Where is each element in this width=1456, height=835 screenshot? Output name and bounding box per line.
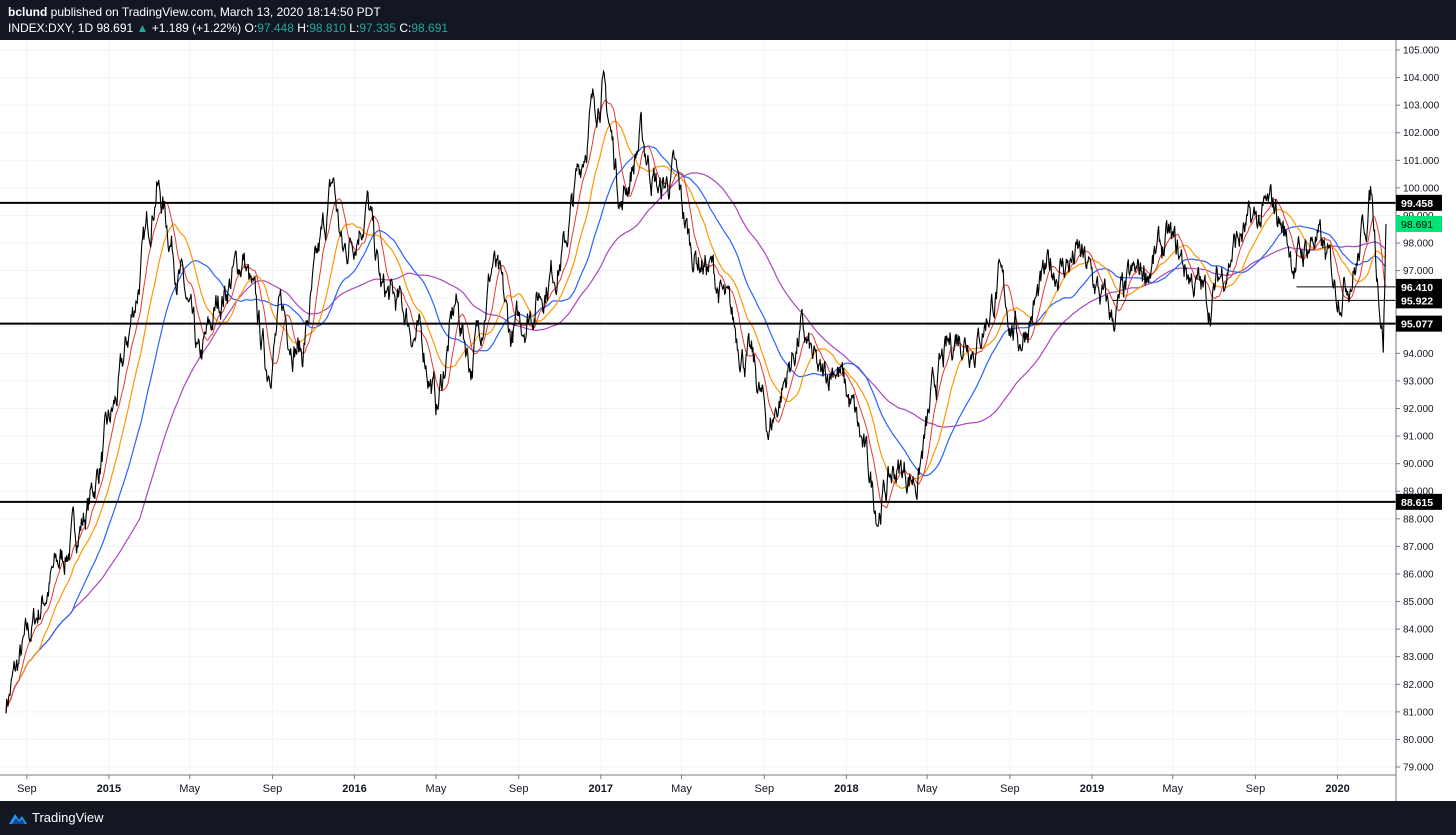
y-tick-label: 84.000 xyxy=(1403,625,1434,636)
level-price-label: 96.410 xyxy=(1401,282,1433,294)
x-tick-label: May xyxy=(1162,783,1183,795)
close-value: 98.691 xyxy=(411,21,449,35)
y-tick-label: 93.000 xyxy=(1403,376,1434,387)
tradingview-logo-icon xyxy=(9,814,27,824)
ma-20-line xyxy=(5,99,1387,714)
y-tick-label: 98.000 xyxy=(1403,239,1434,250)
y-tick-label: 102.000 xyxy=(1403,128,1440,139)
chart-footer: TradingView xyxy=(0,801,1456,835)
y-tick-label: 80.000 xyxy=(1403,735,1434,746)
chart-header: bclund published on TradingView.com, Mar… xyxy=(0,0,1456,40)
price-chart[interactable]: 105.000 104.000 103.000 102.000 101.000 100.0… xyxy=(0,40,1456,801)
y-tick-label: 90.000 xyxy=(1403,459,1434,470)
level-price-label: 95.077 xyxy=(1401,319,1433,331)
price-series-line xyxy=(5,69,1387,714)
tradingview-brand[interactable]: TradingView xyxy=(32,810,104,825)
y-tick-label: 100.000 xyxy=(1403,183,1440,194)
y-tick-label: 97.000 xyxy=(1403,266,1434,277)
y-tick-label: 91.000 xyxy=(1403,432,1434,443)
y-tick-label: 82.000 xyxy=(1403,680,1434,691)
x-tick-label: 2018 xyxy=(834,783,858,795)
x-tick-label: Sep xyxy=(509,783,529,795)
y-tick-label: 101.000 xyxy=(1403,156,1440,167)
last-price-label: 98.691 xyxy=(1401,219,1433,231)
publisher-name[interactable]: bclund xyxy=(8,5,47,19)
last-value: 98.691 xyxy=(96,21,134,35)
level-price-label: 95.922 xyxy=(1401,295,1433,307)
close-label: C: xyxy=(399,21,412,35)
x-tick-label: Sep xyxy=(1246,783,1266,795)
symbol-label[interactable]: INDEX:DXY, 1D xyxy=(8,21,93,35)
published-text: published on TradingView.com, March 13, … xyxy=(50,5,381,19)
y-tick-label: 81.000 xyxy=(1403,707,1434,718)
y-tick-label: 92.000 xyxy=(1403,404,1434,415)
x-tick-label: May xyxy=(671,783,692,795)
y-tick-label: 104.000 xyxy=(1403,73,1440,84)
publish-info: bclund published on TradingView.com, Mar… xyxy=(8,5,381,19)
high-label: H: xyxy=(297,21,310,35)
change-value: +1.189 (+1.22%) xyxy=(151,21,242,35)
open-value: 97.448 xyxy=(257,21,294,35)
open-label: O: xyxy=(244,21,258,35)
y-tick-label: 86.000 xyxy=(1403,569,1434,580)
y-tick-label: 105.000 xyxy=(1403,46,1440,57)
change-up-icon: ▲ xyxy=(136,21,149,35)
x-tick-label: May xyxy=(917,783,938,795)
y-tick-label: 85.000 xyxy=(1403,597,1434,608)
x-tick-label: May xyxy=(426,783,447,795)
ma-50-line xyxy=(5,120,1387,714)
ma-100-line xyxy=(5,145,1386,714)
x-tick-label: 2019 xyxy=(1080,783,1104,795)
x-tick-label: 2016 xyxy=(342,783,366,795)
symbol-info: INDEX:DXY, 1D 98.691 ▲ +1.189 (+1.22%) O… xyxy=(8,21,448,35)
x-tick-label: 2020 xyxy=(1325,783,1349,795)
x-tick-label: Sep xyxy=(263,783,283,795)
y-tick-label: 103.000 xyxy=(1403,101,1440,112)
y-tick-label: 79.000 xyxy=(1403,763,1434,774)
low-label: L: xyxy=(349,21,360,35)
x-tick-label: Sep xyxy=(755,783,775,795)
x-tick-label: 2015 xyxy=(97,783,121,795)
level-price-label: 88.615 xyxy=(1401,497,1433,509)
y-tick-label: 83.000 xyxy=(1403,652,1434,663)
high-value: 98.810 xyxy=(309,21,346,35)
x-tick-label: May xyxy=(179,783,200,795)
y-tick-label: 87.000 xyxy=(1403,542,1434,553)
y-tick-label: 88.000 xyxy=(1403,514,1434,525)
level-price-label: 99.458 xyxy=(1401,198,1433,210)
x-tick-label: 2017 xyxy=(589,783,613,795)
chart-area[interactable]: 105.000 104.000 103.000 102.000 101.000 100.0… xyxy=(0,40,1456,801)
x-tick-label: Sep xyxy=(1000,783,1020,795)
y-tick-label: 94.000 xyxy=(1403,349,1434,360)
low-value: 97.335 xyxy=(359,21,397,35)
x-tick-label: Sep xyxy=(17,783,37,795)
